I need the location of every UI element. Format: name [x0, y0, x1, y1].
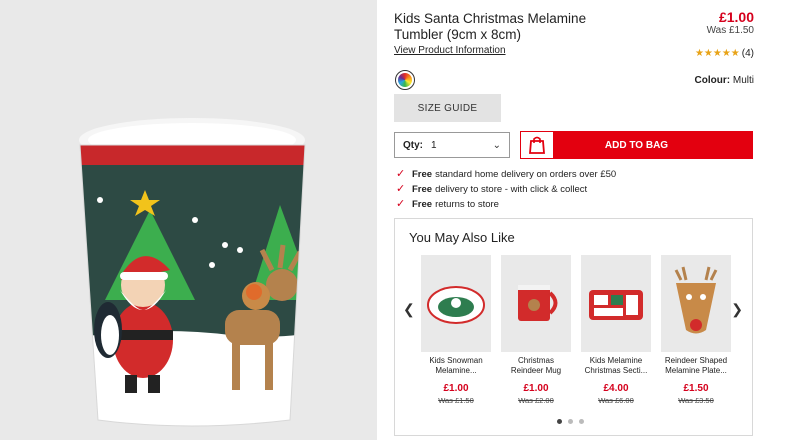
check-icon: ✓ [396, 198, 406, 210]
recommended-product-card[interactable]: Christmas Reindeer Mug (10cm x 7cm) £1.0… [501, 255, 571, 405]
pagination-dot[interactable] [568, 419, 573, 424]
colour-value: Multi [732, 75, 754, 86]
star-rating-icons: ★★★★★ [694, 47, 740, 59]
product-name: Kids Snowman Melamine... [429, 356, 483, 375]
product-was-price: Was £6.00 [598, 396, 634, 405]
delivery-benefits-list: ✓ Free standard home delivery on orders … [396, 167, 616, 212]
you-may-also-like-carousel: You May Also Like ❮ ❯ Kids Snowman Melam… [394, 218, 753, 436]
delivery-benefit-item: ✓ Free returns to store [396, 197, 616, 212]
product-main-image[interactable] [0, 0, 377, 440]
product-price: £1.50 [683, 383, 709, 394]
carousel-pagination [557, 419, 584, 424]
add-to-bag-label: ADD TO BAG [604, 139, 669, 151]
benefit-text: standard home delivery on orders over £5… [435, 169, 617, 180]
view-product-information-link[interactable]: View Product Information [394, 45, 506, 56]
pagination-dot[interactable] [557, 419, 562, 424]
product-title: Kids Santa Christmas Melamine Tumbler (9… [394, 11, 587, 42]
product-thumbnail [661, 255, 731, 352]
rating-count: (4) [741, 48, 754, 59]
product-was-price: Was £3.50 [678, 396, 714, 405]
recommended-product-card[interactable]: Kids Melamine Christmas Secti... £4.00 W… [581, 255, 651, 405]
product-details-panel: Kids Santa Christmas Melamine Tumbler (9… [394, 0, 754, 440]
quantity-label: Qty: [403, 139, 423, 151]
pagination-dot[interactable] [579, 419, 584, 424]
product-price: £4.00 [603, 383, 629, 394]
product-was-price: Was £1.50 [438, 396, 474, 405]
quantity-value: 1 [431, 139, 437, 151]
benefit-bold: Free [412, 184, 433, 195]
tumbler-illustration [0, 0, 377, 440]
chevron-down-icon: ⌄ [492, 139, 501, 151]
chevron-right-icon[interactable]: ❯ [731, 301, 743, 318]
multicolour-swatch-icon [398, 73, 412, 87]
benefit-text: delivery to store - with click & collect [435, 184, 588, 195]
carousel-title: You May Also Like [409, 230, 515, 245]
product-thumbnail [421, 255, 491, 352]
benefit-text: returns to store [435, 199, 499, 210]
price-was: Was £1.50 [706, 25, 754, 36]
shopping-bag-icon [520, 131, 554, 159]
product-was-price: Was £2.00 [518, 396, 554, 405]
benefit-bold: Free [412, 199, 433, 210]
product-price: £1.00 [523, 383, 549, 394]
product-thumbnail [581, 255, 651, 352]
add-to-bag-button[interactable]: ADD TO BAG [520, 131, 753, 159]
size-guide-button[interactable]: SIZE GUIDE [394, 94, 501, 122]
product-thumbnail [501, 255, 571, 352]
check-icon: ✓ [396, 168, 406, 180]
product-price: £1.00 [443, 383, 469, 394]
chevron-left-icon[interactable]: ❮ [403, 301, 415, 318]
quantity-select[interactable]: Qty: 1 ⌄ [394, 132, 510, 158]
delivery-benefit-item: ✓ Free delivery to store - with click & … [396, 182, 616, 197]
recommended-product-card[interactable]: Kids Snowman Melamine... £1.00 Was £1.50 [421, 255, 491, 405]
product-name: Reindeer Shaped Melamine Plate... [664, 356, 728, 375]
benefit-bold: Free [412, 169, 433, 180]
rating-summary[interactable]: ★★★★★ (4) [695, 48, 754, 59]
price-current: £1.00 [718, 9, 754, 25]
product-name: Christmas Reindeer Mug (10cm x 7cm) [510, 356, 562, 375]
check-icon: ✓ [396, 183, 406, 195]
product-name: Kids Melamine Christmas Secti... [584, 356, 648, 375]
colour-info: Colour: Multi [695, 75, 754, 86]
recommended-product-card[interactable]: Reindeer Shaped Melamine Plate... £1.50 … [661, 255, 731, 405]
delivery-benefit-item: ✓ Free standard home delivery on orders … [396, 167, 616, 182]
colour-label: Colour: [694, 75, 731, 86]
colour-swatch-multi[interactable] [395, 70, 415, 90]
